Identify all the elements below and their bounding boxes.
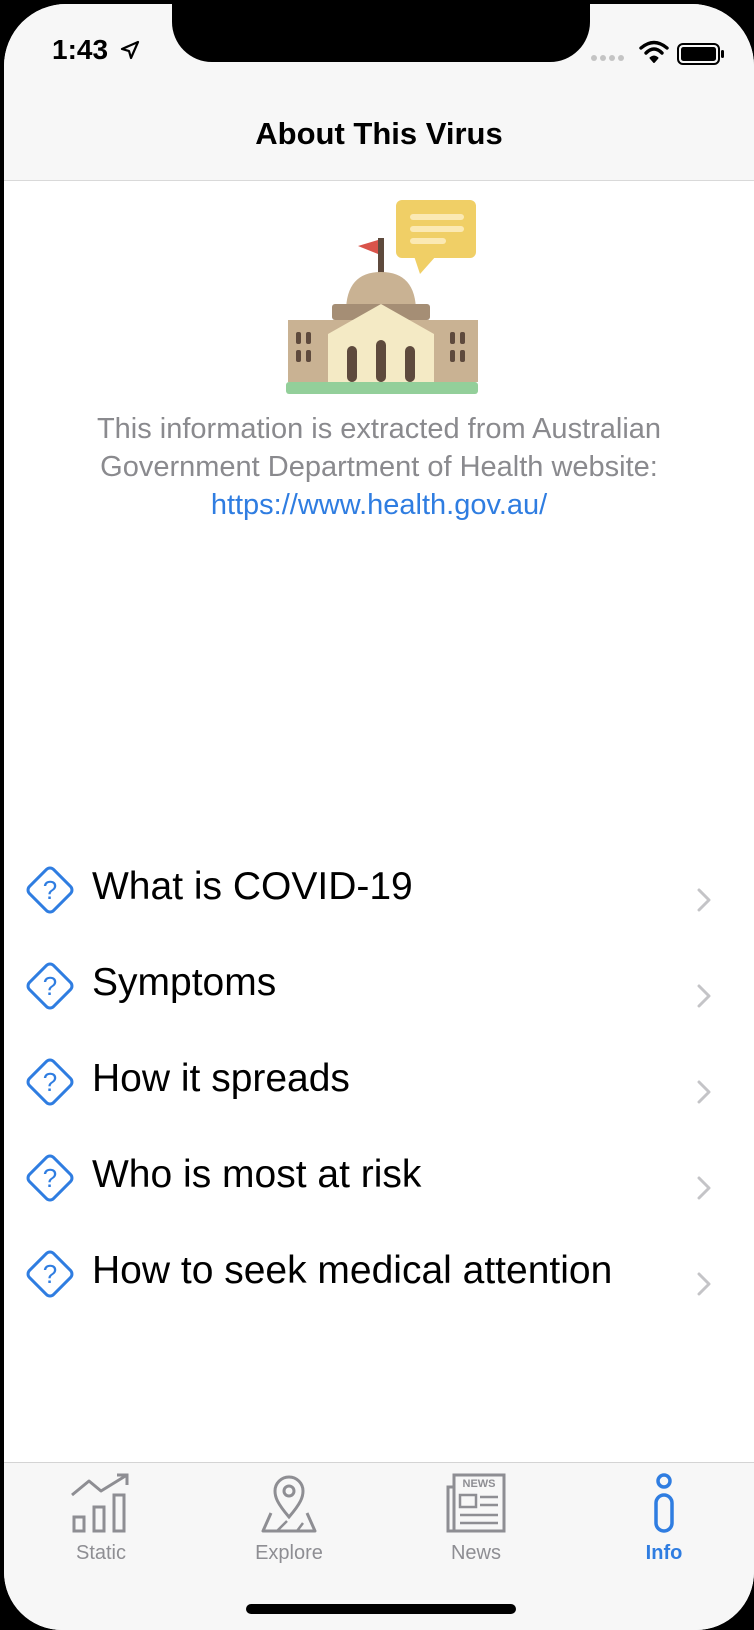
tab-label: News <box>450 1542 501 1564</box>
newspaper-icon: NEWS <box>446 1473 506 1533</box>
status-time: 1:43 <box>52 34 140 66</box>
wifi-icon <box>639 40 669 63</box>
faq-item-symptoms[interactable]: ? Symptoms <box>4 936 754 1032</box>
location-arrow-icon <box>120 40 139 60</box>
health-website-link[interactable]: https://www.health.gov.au/ <box>34 486 724 524</box>
chevron-right-icon <box>697 1176 711 1200</box>
tab-label: Explore <box>255 1542 323 1564</box>
question-diamond-icon: ? <box>26 1154 74 1202</box>
svg-text:?: ? <box>43 1067 57 1097</box>
chevron-right-icon <box>697 888 711 912</box>
map-pin-icon <box>261 1475 317 1533</box>
info-icon <box>654 1473 674 1533</box>
faq-item-label: How to seek medical attention <box>92 1249 613 1292</box>
faq-item-seek-medical-attention[interactable]: ? How to seek medical attention <box>4 1224 754 1320</box>
navigation-bar: 1:43 About This Virus <box>4 4 754 181</box>
tab-news[interactable]: NEWS News <box>396 1473 556 1565</box>
faq-item-label: Symptoms <box>92 961 277 1004</box>
svg-text:?: ? <box>43 1259 57 1289</box>
tab-explore[interactable]: Explore <box>209 1473 369 1565</box>
svg-text:?: ? <box>43 1163 57 1193</box>
faq-item-most-at-risk[interactable]: ? Who is most at risk <box>4 1128 754 1224</box>
faq-item-label: How it spreads <box>92 1057 350 1100</box>
question-diamond-icon: ? <box>26 962 74 1010</box>
source-notice: This information is extracted from Austr… <box>34 410 724 524</box>
tab-label: Info <box>645 1542 683 1564</box>
chart-icon <box>71 1473 129 1533</box>
device-notch <box>172 4 590 62</box>
chevron-right-icon <box>697 1080 711 1104</box>
svg-text:?: ? <box>43 971 57 1001</box>
faq-item-label: What is COVID-19 <box>92 865 413 908</box>
question-diamond-icon: ? <box>26 1250 74 1298</box>
government-building-icon <box>286 200 478 394</box>
page-title: About This Virus <box>255 116 503 151</box>
battery-icon <box>677 43 724 65</box>
faq-item-label: Who is most at risk <box>92 1153 422 1196</box>
app-screen: 1:43 About This Virus This information i… <box>4 4 754 1630</box>
svg-text:?: ? <box>43 875 57 905</box>
faq-list: ? What is COVID-19 ? Symptoms ? How it s… <box>4 840 754 1320</box>
tab-info[interactable]: Info <box>584 1473 744 1565</box>
svg-text:NEWS: NEWS <box>463 1478 496 1490</box>
tab-label: Static <box>75 1542 127 1564</box>
home-indicator[interactable] <box>246 1604 516 1614</box>
source-notice-text: This information is extracted from Austr… <box>96 413 662 483</box>
question-diamond-icon: ? <box>26 1058 74 1106</box>
faq-item-how-it-spreads[interactable]: ? How it spreads <box>4 1032 754 1128</box>
question-diamond-icon: ? <box>26 866 74 914</box>
tab-static[interactable]: Static <box>21 1473 181 1565</box>
chevron-right-icon <box>697 984 711 1008</box>
chevron-right-icon <box>697 1272 711 1296</box>
faq-item-what-is-covid[interactable]: ? What is COVID-19 <box>4 840 754 936</box>
cellular-signal-icon <box>591 55 624 61</box>
status-time-text: 1:43 <box>52 34 109 65</box>
